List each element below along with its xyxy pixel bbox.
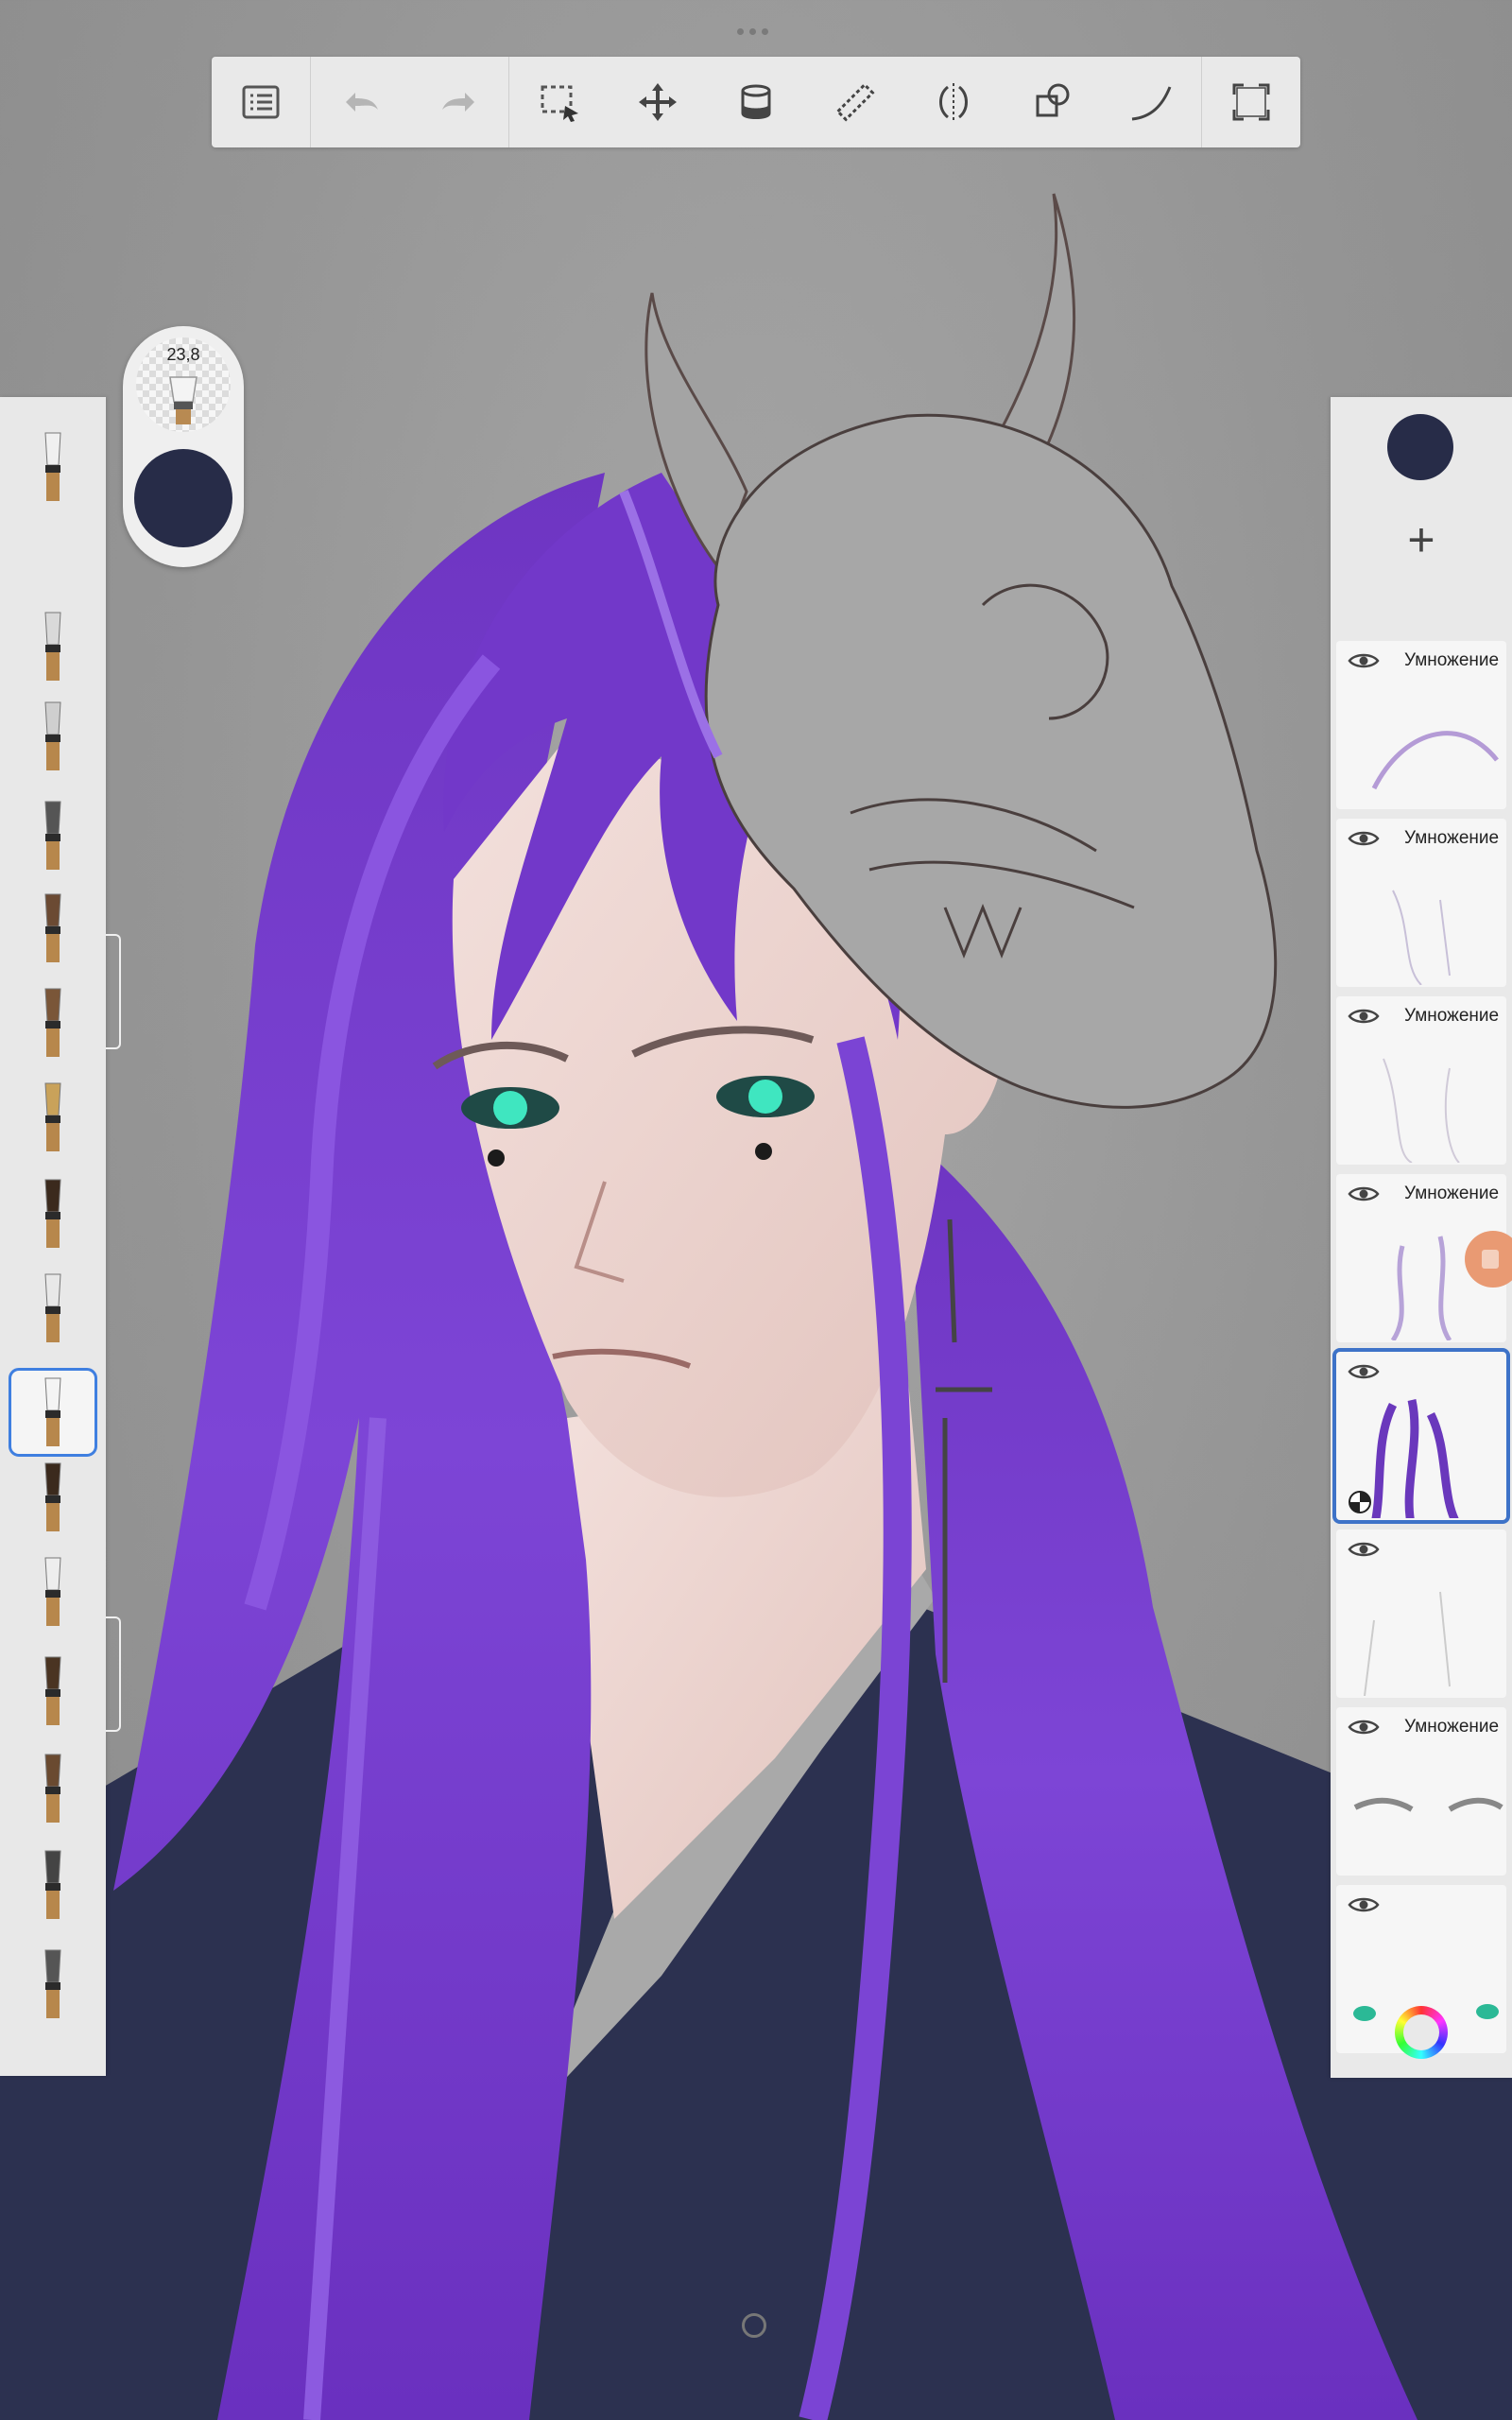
brush-eraser-soft[interactable] — [11, 1943, 94, 2026]
layer-blend-mode: Умножение — [1404, 1184, 1500, 1203]
add-layer-button[interactable]: + — [1331, 499, 1512, 580]
brush-size-widget[interactable]: 23,8 — [123, 326, 244, 567]
undo-icon[interactable] — [311, 57, 409, 147]
layer-thumbnail — [1371, 731, 1499, 790]
fill-bucket-icon[interactable] — [707, 57, 805, 147]
layer-item[interactable]: Умножение — [1336, 996, 1506, 1165]
symmetry-icon[interactable] — [904, 57, 1003, 147]
marker-icon — [44, 801, 61, 870]
current-color-swatch[interactable] — [134, 449, 232, 547]
smudge-icon — [44, 1273, 61, 1342]
layer-thumbnail — [1364, 1591, 1451, 1696]
ink-pen-icon — [44, 1082, 61, 1151]
visibility-eye-icon[interactable] — [1348, 1361, 1380, 1382]
fullscreen-icon[interactable] — [1202, 57, 1300, 147]
menu-icon[interactable] — [212, 57, 310, 147]
brush-library-panel — [0, 397, 106, 2076]
visibility-eye-icon[interactable] — [1348, 1184, 1380, 1204]
hard-brush-icon — [44, 1557, 61, 1626]
brush-smudge[interactable] — [11, 1267, 94, 1350]
brush-splatter-brush[interactable] — [11, 1650, 94, 1733]
layer-blend-mode: Умножение — [1404, 828, 1500, 848]
layer-item[interactable] — [1336, 1530, 1506, 1698]
transform-icon[interactable] — [609, 57, 707, 147]
layer-thumbnail — [1392, 890, 1451, 985]
curve-icon[interactable] — [1102, 57, 1200, 147]
layer-thumbnail — [1383, 1058, 1460, 1163]
visibility-eye-icon[interactable] — [1348, 828, 1380, 849]
layer-blend-mode: Умножение — [1404, 1006, 1500, 1026]
round-brush-icon — [44, 1754, 61, 1823]
shapes-icon[interactable] — [1004, 57, 1102, 147]
selection-icon[interactable] — [509, 57, 608, 147]
bristle-brush-icon — [169, 376, 198, 424]
brush-marker[interactable] — [11, 794, 94, 877]
redo-icon[interactable] — [410, 57, 508, 147]
visibility-eye-icon[interactable] — [1348, 1717, 1380, 1737]
panel-edge-tab[interactable] — [106, 1616, 121, 1732]
brush-pencil[interactable] — [11, 605, 94, 688]
visibility-eye-icon[interactable] — [1348, 1894, 1380, 1915]
fan-brush-icon — [44, 1179, 61, 1248]
visibility-eye-icon[interactable] — [1348, 650, 1380, 671]
layer-color-swatch[interactable] — [1387, 414, 1453, 480]
brush-flat-brush[interactable] — [11, 1456, 94, 1539]
flat-brush-icon — [44, 1462, 61, 1531]
layer-item[interactable]: Умножение — [1336, 819, 1506, 987]
brush-bristle-brush[interactable] — [9, 1368, 97, 1457]
splatter-brush-icon — [44, 1656, 61, 1725]
layer-item[interactable]: Умножение — [1336, 1707, 1506, 1876]
canvas-drag-handle[interactable] — [737, 23, 775, 35]
brush-round-brush[interactable] — [11, 1747, 94, 1830]
ruler-icon[interactable] — [806, 57, 904, 147]
eraser-icon — [44, 1850, 61, 1919]
brush-paintbrush-round[interactable] — [11, 981, 94, 1064]
color-wheel-icon[interactable] — [1395, 2006, 1448, 2059]
pencil-icon — [44, 612, 61, 681]
brush-eraser[interactable] — [11, 1843, 94, 1927]
brush-hard-brush[interactable] — [11, 1550, 94, 1634]
airbrush-icon — [44, 432, 61, 501]
layer-blend-mode: Умножение — [1404, 650, 1500, 670]
bristle-brush-icon — [44, 1377, 61, 1446]
top-toolbar — [212, 57, 1300, 147]
brush-paintbrush[interactable] — [11, 887, 94, 970]
paintbrush-icon — [44, 893, 61, 962]
canvas-pivot-icon[interactable] — [742, 2313, 766, 2338]
brush-size-value: 23,8 — [166, 345, 200, 364]
layer-thumbnail — [1353, 1797, 1503, 1812]
eraser-soft-icon — [44, 1949, 61, 2018]
visibility-eye-icon[interactable] — [1348, 1006, 1380, 1027]
brush-pencil-soft[interactable] — [11, 695, 94, 778]
panel-edge-tab[interactable] — [106, 934, 121, 1049]
layer-blend-mode: Умножение — [1404, 1717, 1500, 1737]
paintbrush-round-icon — [44, 988, 61, 1057]
layer-item[interactable] — [1332, 1348, 1510, 1524]
brush-airbrush[interactable] — [11, 425, 94, 509]
layer-item[interactable]: Умножение — [1336, 641, 1506, 809]
pencil-soft-icon — [44, 701, 61, 770]
layer-lock-icon[interactable] — [1348, 1490, 1372, 1514]
brush-fan-brush[interactable] — [11, 1172, 94, 1255]
visibility-eye-icon[interactable] — [1348, 1539, 1380, 1560]
brush-ink-pen[interactable] — [11, 1076, 94, 1159]
